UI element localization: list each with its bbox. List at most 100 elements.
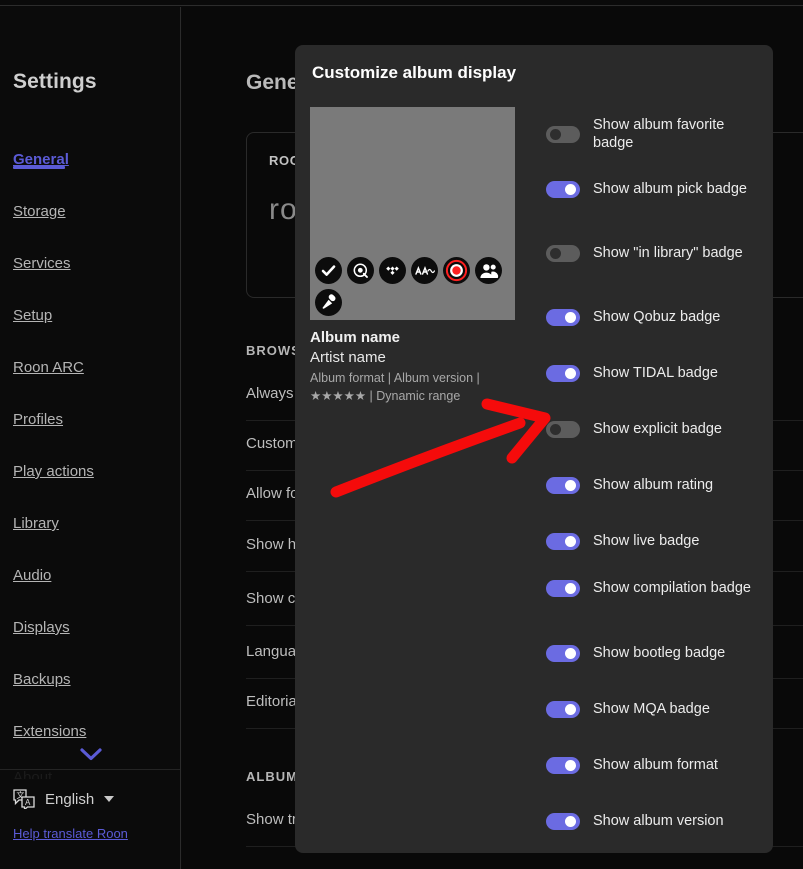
help-translate-link[interactable]: Help translate Roon	[0, 826, 180, 841]
toggle-show-tidal-badge[interactable]	[546, 364, 580, 382]
album-preview-meta: Album name Artist name Album format | Al…	[310, 328, 540, 404]
toggle-show-album-rating[interactable]	[546, 476, 580, 494]
sidebar-item-label: Play actions	[13, 463, 94, 480]
toggle-knob	[565, 582, 576, 594]
settings-sidebar: Settings General Storage Services Setup Roon…	[0, 7, 181, 869]
sidebar-item-roon-arc[interactable]: Roon ARC	[0, 345, 181, 397]
sidebar-footer: 文 A English Help translate Roon	[0, 769, 180, 861]
toggle-label: Show album pick badge	[593, 181, 747, 197]
dialog-title: Customize album display	[312, 63, 517, 82]
toggle-show-album-version-row[interactable]: Show album version	[546, 812, 773, 830]
sidebar-item-label: Roon ARC	[13, 359, 84, 376]
toggle-show-qobuz-badge[interactable]	[546, 308, 580, 326]
toggle-show-album-format-row[interactable]: Show album format	[546, 756, 773, 774]
translate-icon: 文 A	[13, 789, 37, 811]
toggle-show-tidal-badge-row[interactable]: Show TIDAL badge	[546, 364, 773, 382]
language-label: English	[45, 790, 95, 808]
toggle-label: Show bootleg badge	[593, 645, 726, 661]
album-meta-line-2: ★★★★★ | Dynamic range	[310, 388, 540, 404]
toggle-show-album-version[interactable]	[546, 812, 580, 830]
toggle-show-album-rating-row[interactable]: Show album rating	[546, 476, 773, 494]
sidebar-item-displays[interactable]: Displays	[0, 605, 181, 657]
toggle-show-album-pick-badge-row[interactable]: Show album pick badge	[546, 180, 773, 198]
toggle-show-compilation-badge-row[interactable]: Show compilation badge	[546, 579, 773, 597]
live-record-badge-icon	[443, 257, 470, 284]
settings-nav: General Storage Services Setup Roon ARC Profi…	[0, 137, 181, 761]
dynamic-range-text: | Dynamic range	[366, 389, 461, 403]
sidebar-item-library[interactable]: Library	[0, 501, 181, 553]
toggle-show-album-favorite-badge-row[interactable]: Show album favorite badge	[546, 116, 773, 152]
toggle-knob	[550, 128, 561, 140]
album-name-text: Album name	[310, 329, 401, 346]
sidebar-item-label: Services	[13, 255, 71, 272]
sidebar-item-play-actions[interactable]: Play actions	[0, 449, 181, 501]
sidebar-item-general[interactable]: General	[0, 137, 181, 189]
toggle-label: Show album version	[593, 813, 724, 829]
mqa-badge-icon	[411, 257, 438, 284]
album-rating-stars: ★★★★★	[310, 389, 367, 403]
toggle-show-mqa-badge-row[interactable]: Show MQA badge	[546, 700, 773, 718]
language-selector[interactable]: 文 A English	[0, 786, 180, 812]
sidebar-item-backups[interactable]: Backups	[0, 657, 181, 709]
qobuz-badge-icon	[347, 257, 374, 284]
toggle-label: Show TIDAL badge	[593, 365, 718, 381]
sidebar-item-storage[interactable]: Storage	[0, 189, 181, 241]
svg-text:A: A	[25, 798, 31, 807]
toggle-show-qobuz-badge-row[interactable]: Show Qobuz badge	[546, 308, 773, 326]
toggle-label: Show album format	[593, 757, 718, 773]
toggle-show-compilation-badge[interactable]	[546, 579, 580, 597]
sidebar-item-label: Displays	[13, 619, 70, 636]
toggle-label: Show Qobuz badge	[593, 309, 721, 325]
customize-album-display-dialog: Customize album display Album name Artis…	[295, 45, 773, 853]
toggle-label: Show "in library" badge	[593, 245, 743, 261]
app-root: Settings General Storage Services Setup Roon…	[0, 0, 803, 869]
toggle-label: Show album rating	[593, 477, 714, 493]
toggle-label: Show album favorite badge	[593, 117, 725, 151]
album-art-preview	[310, 107, 515, 320]
toggle-show-mqa-badge[interactable]	[546, 700, 580, 718]
page-title: Settings	[13, 70, 97, 93]
toggle-knob	[565, 815, 576, 827]
active-indicator	[13, 166, 65, 169]
toggle-knob	[565, 367, 576, 379]
toggle-knob	[565, 183, 576, 195]
toggle-knob	[565, 647, 576, 659]
toggle-knob	[550, 247, 561, 259]
toggle-show-album-favorite-badge[interactable]	[546, 125, 580, 143]
toggle-show-in-library-badge[interactable]	[546, 244, 580, 262]
sidebar-item-profiles[interactable]: Profiles	[0, 397, 181, 449]
toggle-label: Show explicit badge	[593, 421, 722, 437]
toggle-show-bootleg-badge-row[interactable]: Show bootleg badge	[546, 644, 773, 662]
chevron-down-icon	[79, 748, 102, 761]
bootleg-microphone-badge-icon	[315, 289, 342, 316]
sidebar-item-audio[interactable]: Audio	[0, 553, 181, 605]
sidebar-item-setup[interactable]: Setup	[0, 293, 181, 345]
toggle-show-live-badge[interactable]	[546, 532, 580, 550]
toggle-knob	[565, 311, 576, 323]
toggle-show-album-pick-badge[interactable]	[546, 180, 580, 198]
sidebar-item-label: Backups	[13, 671, 71, 688]
toggle-knob	[565, 759, 576, 771]
sidebar-item-label: Extensions	[13, 723, 87, 740]
sidebar-item-label: Library	[13, 515, 59, 532]
badge-row	[315, 257, 515, 316]
toggle-label: Show compilation badge	[593, 580, 751, 596]
toggle-label: Show live badge	[593, 533, 700, 549]
compilation-people-badge-icon	[475, 257, 502, 284]
toggle-show-explicit-badge[interactable]	[546, 420, 580, 438]
toggle-knob	[565, 479, 576, 491]
sidebar-item-label: Audio	[13, 567, 52, 584]
toggle-show-bootleg-badge[interactable]	[546, 644, 580, 662]
sidebar-item-services[interactable]: Services	[0, 241, 181, 293]
toggle-show-live-badge-row[interactable]: Show live badge	[546, 532, 773, 550]
window-top-bar	[0, 0, 803, 6]
toggle-show-album-format[interactable]	[546, 756, 580, 774]
toggle-label: Show MQA badge	[593, 701, 710, 717]
toggle-show-in-library-badge-row[interactable]: Show "in library" badge	[546, 244, 773, 262]
tidal-badge-icon	[379, 257, 406, 284]
toggle-knob	[565, 535, 576, 547]
toggle-show-explicit-badge-row[interactable]: Show explicit badge	[546, 420, 773, 438]
sidebar-expand-more-button[interactable]	[0, 747, 181, 764]
toggle-knob	[550, 423, 561, 435]
album-meta-line-1: Album format | Album version |	[310, 371, 480, 385]
